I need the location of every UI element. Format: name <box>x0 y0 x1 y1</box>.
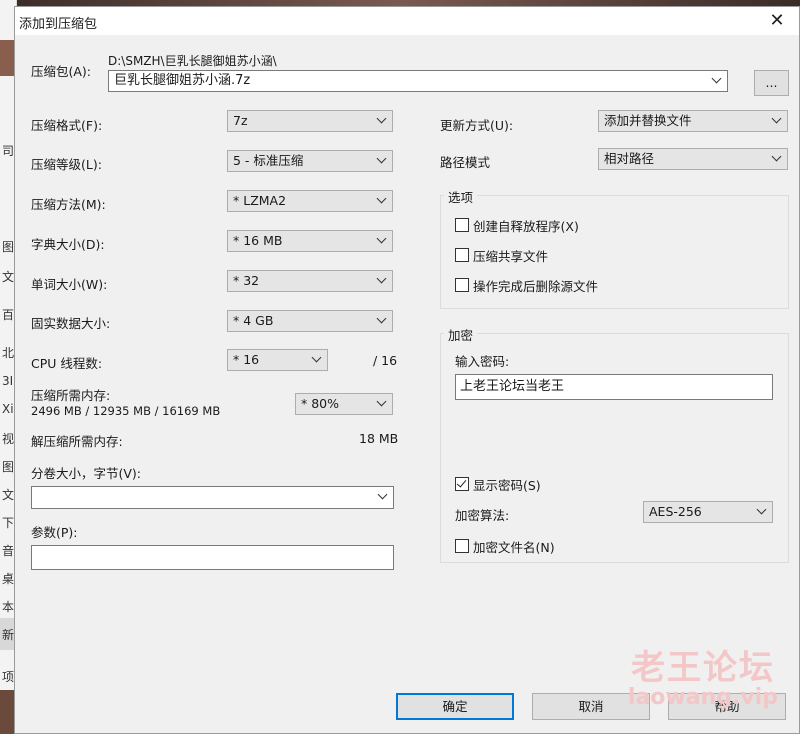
ok-button[interactable]: 确定 <box>396 693 514 720</box>
params-input[interactable] <box>31 545 394 570</box>
params-label: 参数(P): <box>31 525 78 540</box>
solid-block-value: * 4 GB <box>233 313 274 328</box>
archive-path-prefix: D:\SMZH\巨乳长腿御姐苏小涵\ <box>108 54 277 68</box>
shared-files-checkbox-label: 压缩共享文件 <box>473 249 549 264</box>
checkbox-box <box>455 539 469 553</box>
cpu-threads-label: CPU 线程数: <box>31 356 103 371</box>
solid-block-label: 固实数据大小: <box>31 316 111 331</box>
method-label: 压缩方法(M): <box>31 197 106 212</box>
chevron-down-icon <box>378 195 386 203</box>
show-password-label: 显示密码(S) <box>473 478 541 493</box>
level-label: 压缩等级(L): <box>31 157 102 172</box>
chevron-down-icon <box>378 315 386 323</box>
checkbox-box <box>455 248 469 262</box>
cpu-threads-select[interactable]: * 16 <box>227 349 328 371</box>
chevron-down-icon <box>773 153 781 161</box>
method-select[interactable]: * LZMA2 <box>227 190 393 212</box>
site-watermark: 老王论坛 laowang.vip <box>628 640 778 710</box>
archive-label: 压缩包(A): <box>31 64 92 79</box>
encryption-method-select[interactable]: AES-256 <box>643 501 773 523</box>
chevron-down-icon <box>379 491 387 499</box>
path-mode-label: 路径模式 <box>440 155 491 170</box>
dictionary-label: 字典大小(D): <box>31 237 105 252</box>
browse-button[interactable]: ... <box>754 70 789 96</box>
format-label: 压缩格式(F): <box>31 118 103 133</box>
level-value: 5 - 标准压缩 <box>233 153 304 168</box>
dialog-title: 添加到压缩包 <box>19 17 98 32</box>
chevron-down-icon <box>378 235 386 243</box>
dialog-titlebar[interactable]: 添加到压缩包 ✕ <box>15 7 799 35</box>
password-label: 输入密码: <box>455 354 510 369</box>
options-group-title: 选项 <box>444 187 478 206</box>
decompress-memory-value: 18 MB <box>359 431 399 446</box>
chevron-down-icon <box>378 398 386 406</box>
checkbox-checked-icon <box>455 477 469 491</box>
cpu-threads-max: / 16 <box>373 353 398 368</box>
split-size-combo[interactable] <box>31 486 394 509</box>
dictionary-select[interactable]: * 16 MB <box>227 230 393 252</box>
path-mode-value: 相对路径 <box>604 151 655 166</box>
word-size-value: * 32 <box>233 273 260 288</box>
encryption-method-label: 加密算法: <box>455 508 510 523</box>
dictionary-value: * 16 MB <box>233 233 283 248</box>
chevron-down-icon <box>758 506 766 514</box>
checkbox-box <box>455 278 469 292</box>
split-size-label: 分卷大小，字节(V): <box>31 466 142 481</box>
update-mode-select[interactable]: 添加并替换文件 <box>598 110 788 132</box>
memory-percent-value: * 80% <box>301 396 340 411</box>
level-select[interactable]: 5 - 标准压缩 <box>227 150 393 172</box>
encryption-method-value: AES-256 <box>649 504 702 519</box>
format-select[interactable]: 7z <box>227 110 393 132</box>
watermark-url: laowang.vip <box>627 685 778 710</box>
password-input[interactable]: 上老王论坛当老王 <box>455 374 773 400</box>
watermark-text: 老王论坛 <box>630 648 775 688</box>
add-to-archive-dialog: 添加到压缩包 ✕ 压缩包(A): D:\SMZH\巨乳长腿御姐苏小涵\ 巨乳长腿… <box>14 6 800 734</box>
format-value: 7z <box>233 113 248 128</box>
chevron-down-icon <box>378 275 386 283</box>
compress-memory-label: 压缩所需内存: <box>31 388 111 403</box>
encryption-group-title: 加密 <box>444 325 478 344</box>
chevron-down-icon <box>378 115 386 123</box>
delete-after-checkbox-label: 操作完成后删除源文件 <box>473 279 599 294</box>
word-size-select[interactable]: * 32 <box>227 270 393 292</box>
chevron-down-icon <box>378 155 386 163</box>
chevron-down-icon <box>773 115 781 123</box>
archive-filename-value: 巨乳长腿御姐苏小涵.7z <box>114 73 251 88</box>
encrypt-filenames-label: 加密文件名(N) <box>473 540 555 555</box>
cancel-button-label: 取消 <box>578 699 604 714</box>
chevron-down-icon <box>313 354 321 362</box>
path-mode-select[interactable]: 相对路径 <box>598 148 788 170</box>
cpu-threads-value: * 16 <box>233 352 260 367</box>
word-size-label: 单词大小(W): <box>31 277 108 292</box>
solid-block-select[interactable]: * 4 GB <box>227 310 393 332</box>
compress-memory-stats: 2496 MB / 12935 MB / 16169 MB <box>31 404 221 418</box>
ok-button-label: 确定 <box>442 699 468 714</box>
checkbox-box <box>455 218 469 232</box>
background-thumbnail <box>0 690 14 734</box>
archive-filename-combo[interactable]: 巨乳长腿御姐苏小涵.7z <box>108 70 728 92</box>
close-icon: ✕ <box>769 10 785 31</box>
method-value: * LZMA2 <box>233 193 287 208</box>
update-mode-value: 添加并替换文件 <box>604 113 692 128</box>
update-mode-label: 更新方式(U): <box>440 118 514 133</box>
close-button[interactable]: ✕ <box>765 10 789 32</box>
background-thumbnail <box>0 40 14 76</box>
decompress-memory-label: 解压缩所需内存: <box>31 434 123 449</box>
memory-percent-select[interactable]: * 80% <box>295 393 393 415</box>
chevron-down-icon <box>713 75 721 83</box>
sfx-checkbox-label: 创建自释放程序(X) <box>473 219 579 234</box>
browse-button-label: ... <box>765 75 778 90</box>
